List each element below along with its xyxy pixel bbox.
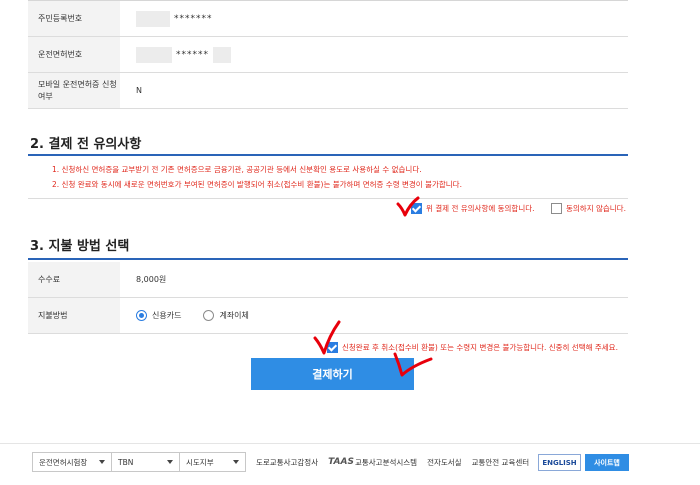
mobile-license-label: 모바일 운전면허증 신청여부 — [28, 73, 120, 108]
related-site-select-3[interactable]: 시도지부 — [180, 452, 246, 472]
select-value: 시도지부 — [186, 457, 214, 467]
footer-link-education-center[interactable]: 교통안전 교육센터 — [472, 457, 530, 468]
footer-link-e-library[interactable]: 전자도서실 — [427, 457, 462, 468]
footer-link-taas[interactable]: TAAS 교통사고분석시스템 — [328, 457, 417, 468]
agree-checkbox-row[interactable]: 위 결제 전 유의사항에 동의합니다. — [411, 203, 535, 214]
license-number-row: 운전면허번호 ****** — [28, 37, 628, 73]
applicant-info-table: 주민등록번호 ******* 운전면허번호 ****** 모바일 운전면허증 신… — [28, 0, 628, 109]
taas-logo: TAAS — [328, 457, 354, 467]
masked-block — [136, 10, 170, 27]
footer-link-accident-appraiser[interactable]: 도로교통사고감정사 — [256, 457, 318, 468]
related-site-select-1[interactable]: 운전면허시험장 — [32, 452, 112, 472]
chevron-down-icon — [233, 460, 239, 464]
footer-divider — [0, 443, 700, 444]
payment-table: 수수료 8,000원 지불방법 신용카드 계좌이체 — [28, 262, 628, 334]
footer-link-label: 교통사고분석시스템 — [354, 457, 418, 467]
radio-credit-card[interactable]: 신용카드 — [136, 310, 181, 321]
checkbox-icon[interactable] — [411, 203, 422, 214]
license-number-label: 운전면허번호 — [28, 37, 120, 72]
radio-icon[interactable] — [203, 310, 215, 321]
chevron-down-icon — [99, 460, 105, 464]
sitemap-button[interactable]: 사이트맵 — [585, 454, 629, 471]
radio-label: 계좌이체 — [219, 311, 249, 320]
agree-label: 위 결제 전 유의사항에 동의합니다. — [426, 204, 535, 213]
resident-number-label: 주민등록번호 — [28, 1, 120, 36]
disagree-checkbox-row[interactable]: 동의하지 않습니다. — [551, 203, 626, 214]
fee-row: 수수료 8,000원 — [28, 262, 628, 298]
select-value: 운전면허시험장 — [39, 457, 88, 467]
fee-value: 8,000원 — [136, 275, 167, 284]
notice-item: 2. 신청 완료와 동시에 새로운 면허번호가 부여된 면허증이 발행되어 취소… — [52, 180, 462, 189]
mobile-license-row: 모바일 운전면허증 신청여부 N — [28, 73, 628, 109]
radio-bank-transfer[interactable]: 계좌이체 — [203, 310, 249, 321]
checkbox-icon[interactable] — [551, 203, 562, 214]
chevron-down-icon — [167, 460, 173, 464]
section-divider — [28, 154, 628, 156]
mobile-license-value: N — [136, 86, 142, 95]
payment-method-row: 지불방법 신용카드 계좌이체 — [28, 298, 628, 334]
refund-notice: 신청완료 후 취소(접수비 환불) 또는 수령지 변경은 불가능합니다. 신중히… — [342, 343, 618, 352]
license-number-value: ****** — [176, 49, 209, 60]
radio-icon[interactable] — [136, 310, 147, 321]
masked-block — [213, 46, 231, 63]
checkbox-icon[interactable] — [327, 342, 338, 353]
fee-label: 수수료 — [28, 262, 120, 297]
radio-label: 신용카드 — [152, 311, 182, 320]
masked-block — [136, 46, 172, 63]
refund-agree-row[interactable]: 신청완료 후 취소(접수비 환불) 또는 수령지 변경은 불가능합니다. 신중히… — [327, 342, 618, 353]
notice-list: 1. 신청하신 면허증을 교부받기 전 기존 면허증으로 금융기관, 공공기관 … — [28, 158, 628, 199]
section-divider — [28, 258, 628, 260]
payment-method-label: 지불방법 — [28, 298, 120, 333]
section-title-notice: 2. 결제 전 유의사항 — [30, 137, 142, 152]
resident-number-row: 주민등록번호 ******* — [28, 1, 628, 37]
notice-item: 1. 신청하신 면허증을 교부받기 전 기존 면허증으로 금융기관, 공공기관 … — [52, 165, 422, 174]
select-value: TBN — [118, 457, 134, 467]
related-site-select-2[interactable]: TBN — [112, 452, 180, 472]
section-title-payment: 3. 지불 방법 선택 — [30, 239, 130, 254]
resident-number-value: ******* — [174, 13, 213, 24]
footer: 운전면허시험장 TBN 시도지부 도로교통사고감정사 TAAS 교통사고분석시스… — [32, 452, 529, 472]
english-button[interactable]: ENGLISH — [538, 454, 581, 471]
pay-button[interactable]: 결제하기 — [251, 358, 414, 390]
disagree-label: 동의하지 않습니다. — [566, 204, 626, 213]
